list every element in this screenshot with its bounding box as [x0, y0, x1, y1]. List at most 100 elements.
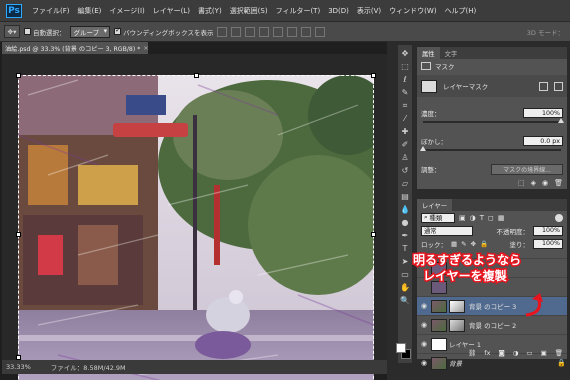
- feather-slider[interactable]: [420, 146, 561, 151]
- transform-handle[interactable]: [16, 232, 21, 237]
- tab-layers[interactable]: レイヤー: [417, 199, 452, 211]
- menu-file[interactable]: ファイル(F): [28, 6, 74, 16]
- transform-handle[interactable]: [16, 73, 21, 78]
- add-mask-icon[interactable]: ◙: [498, 349, 504, 357]
- lock-all-icon[interactable]: 🔒: [480, 240, 488, 248]
- align-bottom-icon[interactable]: [245, 26, 256, 37]
- crop-tool-icon[interactable]: ⌗: [399, 100, 411, 111]
- canvas-area[interactable]: [2, 54, 387, 380]
- align-right-icon[interactable]: [287, 26, 298, 37]
- move-tool-preset-button[interactable]: ✥▾: [4, 25, 20, 38]
- menu-layer[interactable]: レイヤー(L): [149, 6, 194, 16]
- filter-adjustment-icon[interactable]: ◑: [470, 214, 476, 222]
- menu-select[interactable]: 選択範囲(S): [226, 6, 272, 16]
- layer-name[interactable]: 背景 のコピー 2: [469, 320, 567, 330]
- path-select-tool-icon[interactable]: ➤: [399, 256, 411, 267]
- density-slider-knob[interactable]: [558, 118, 564, 123]
- feather-field[interactable]: 0.0 px: [523, 136, 563, 146]
- auto-select-target-dropdown[interactable]: グループ: [69, 25, 111, 38]
- menu-3d[interactable]: 3D(D): [324, 7, 353, 15]
- zoom-tool-icon[interactable]: 🔍: [399, 295, 411, 306]
- layer-name[interactable]: 背景: [449, 358, 557, 368]
- layer-filter-dropdown[interactable]: ⌕ 種類: [421, 212, 455, 223]
- filter-pixel-icon[interactable]: ▣: [459, 214, 466, 222]
- transform-controls-checkbox[interactable]: [114, 26, 122, 35]
- zoom-level[interactable]: 33.33%: [6, 363, 31, 371]
- pixel-mask-icon[interactable]: [421, 79, 437, 93]
- selection-marquee[interactable]: [18, 75, 374, 380]
- auto-select-option[interactable]: 自動選択：: [24, 27, 66, 37]
- mask-edge-button[interactable]: マスクの境界線...: [491, 163, 563, 175]
- apply-mask-icon[interactable]: ◈: [531, 179, 536, 187]
- transform-handle[interactable]: [371, 73, 376, 78]
- eye-icon[interactable]: ◉: [417, 321, 431, 329]
- fill-field[interactable]: 100%: [533, 238, 563, 249]
- brush-tool-icon[interactable]: ✐: [399, 139, 411, 150]
- transform-handle[interactable]: [194, 73, 199, 78]
- layer-mask-thumbnail[interactable]: [449, 318, 465, 332]
- pen-tool-icon[interactable]: ✒: [399, 230, 411, 241]
- rectangle-tool-icon[interactable]: ▭: [399, 269, 411, 280]
- marquee-tool-icon[interactable]: ⬚: [399, 61, 411, 72]
- close-tab-icon[interactable]: ×: [143, 45, 148, 52]
- link-layers-icon[interactable]: ⛓: [468, 349, 476, 357]
- lock-position-icon[interactable]: ✥: [471, 240, 476, 248]
- layer-name[interactable]: 背景 のコピー 3: [469, 301, 567, 311]
- toggle-mask-icon[interactable]: ◉: [542, 179, 548, 187]
- filter-shape-icon[interactable]: ◻: [488, 214, 494, 222]
- vector-mask-select-icon[interactable]: [554, 81, 563, 91]
- transform-handle[interactable]: [371, 232, 376, 237]
- load-selection-icon[interactable]: ⬚: [518, 179, 525, 187]
- menu-window[interactable]: ウィンドウ(W): [385, 6, 440, 16]
- align-hcenter-icon[interactable]: [273, 26, 284, 37]
- new-group-icon[interactable]: ▭: [526, 349, 532, 357]
- eraser-tool-icon[interactable]: ▱: [399, 178, 411, 189]
- eye-icon[interactable]: ◉: [417, 359, 431, 367]
- eye-icon[interactable]: ◉: [417, 340, 431, 348]
- menu-type[interactable]: 書式(Y): [194, 6, 226, 16]
- eye-icon[interactable]: ◉: [417, 302, 431, 310]
- menu-edit[interactable]: 編集(E): [74, 6, 106, 16]
- align-vcenter-icon[interactable]: [231, 26, 242, 37]
- clone-stamp-tool-icon[interactable]: ♙: [399, 152, 411, 163]
- menu-filter[interactable]: フィルター(T): [272, 6, 325, 16]
- document-tab[interactable]: 油絵.psd @ 33.3% (背景 のコピー 3, RGB/8) * ×: [2, 42, 148, 54]
- foreground-color-swatch[interactable]: [396, 343, 406, 353]
- filter-type-icon[interactable]: T: [480, 214, 484, 222]
- history-brush-tool-icon[interactable]: ↺: [399, 165, 411, 176]
- density-slider[interactable]: [423, 118, 564, 123]
- file-size-info[interactable]: ファイル：8.58M/42.9M: [51, 362, 126, 372]
- feather-slider-knob[interactable]: [420, 146, 426, 151]
- adjustment-layer-icon[interactable]: ◑: [513, 349, 519, 357]
- menu-help[interactable]: ヘルプ(H): [441, 6, 481, 16]
- hand-tool-icon[interactable]: ✋: [399, 282, 411, 293]
- tab-character[interactable]: 文字: [440, 47, 463, 59]
- color-swatches[interactable]: [396, 343, 412, 361]
- lock-transparency-icon[interactable]: ▦: [451, 240, 457, 248]
- gradient-tool-icon[interactable]: ▤: [399, 191, 411, 202]
- auto-select-checkbox[interactable]: [24, 28, 31, 35]
- layer-mask-thumbnail[interactable]: [449, 299, 465, 313]
- quick-select-tool-icon[interactable]: ✎: [399, 87, 411, 98]
- layer-style-icon[interactable]: fx: [484, 349, 490, 357]
- distribute-icon[interactable]: [301, 26, 312, 37]
- move-tool-icon[interactable]: ✥: [399, 48, 411, 59]
- healing-brush-tool-icon[interactable]: ✚: [399, 126, 411, 137]
- eyedropper-tool-icon[interactable]: ⁄: [399, 113, 411, 124]
- new-layer-icon[interactable]: ▣: [541, 349, 547, 357]
- tab-properties[interactable]: 属性: [417, 47, 440, 59]
- menu-view[interactable]: 表示(V): [353, 6, 385, 16]
- lock-pixels-icon[interactable]: ✎: [461, 240, 466, 248]
- filter-toggle-icon[interactable]: [555, 213, 563, 222]
- type-tool-icon[interactable]: T: [399, 243, 411, 254]
- lasso-tool-icon[interactable]: ℓ: [399, 74, 411, 85]
- delete-layer-icon[interactable]: 🗑: [555, 349, 563, 357]
- menu-image[interactable]: イメージ(I): [105, 6, 148, 16]
- dodge-tool-icon[interactable]: ●: [399, 217, 411, 228]
- align-left-icon[interactable]: [259, 26, 270, 37]
- blur-tool-icon[interactable]: 💧: [399, 204, 411, 215]
- delete-mask-icon[interactable]: 🗑: [554, 179, 563, 187]
- opacity-field[interactable]: 100%: [533, 225, 563, 236]
- density-field[interactable]: 100%: [523, 108, 563, 118]
- filter-smart-icon[interactable]: ▦: [498, 214, 505, 222]
